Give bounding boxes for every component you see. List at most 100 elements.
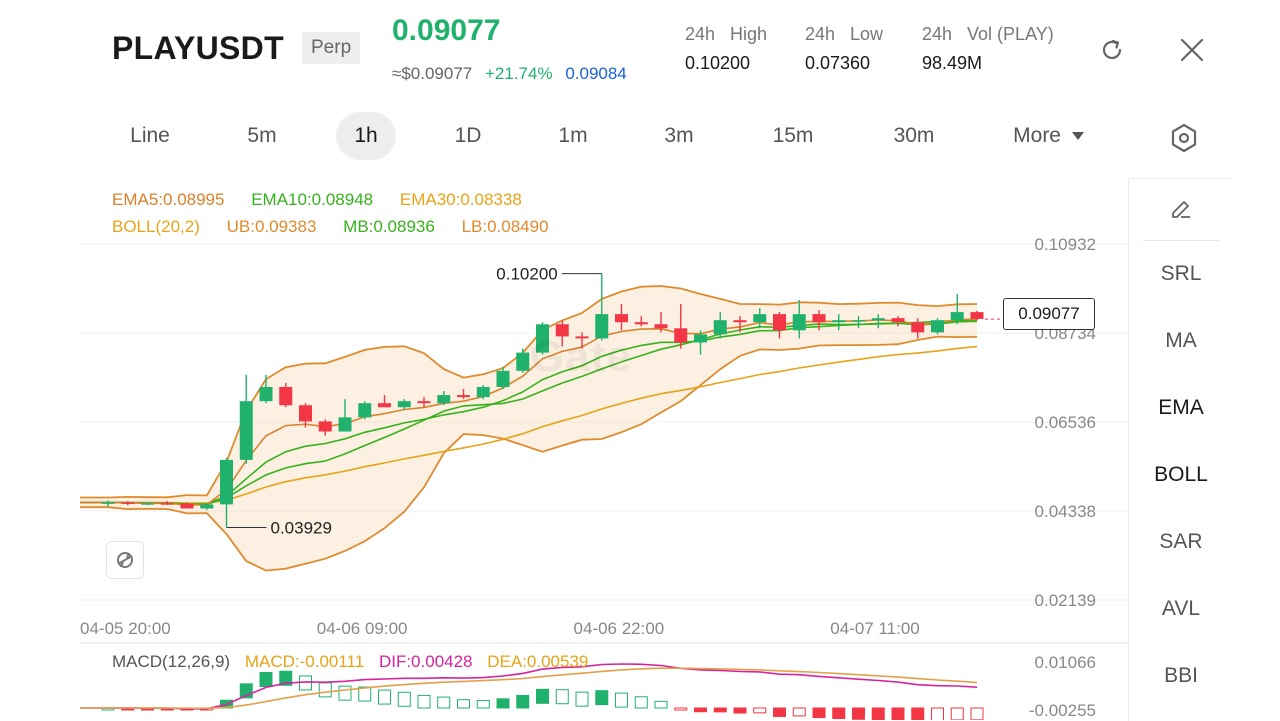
macd-histogram-bar bbox=[733, 707, 747, 714]
caret-down-icon bbox=[1071, 132, 1084, 141]
dea-value: DEA:0.00539 bbox=[487, 652, 589, 671]
macd-histogram-bar bbox=[358, 686, 372, 702]
candle-body bbox=[259, 386, 273, 402]
draw-tool-button[interactable] bbox=[1165, 193, 1197, 225]
candle-body bbox=[950, 312, 964, 321]
sidebar-item-srl[interactable]: SRL bbox=[1129, 262, 1233, 286]
stat-24h-vol: 24h Vol (PLAY) 98.49M bbox=[922, 24, 1054, 74]
tab-line[interactable]: Line bbox=[118, 112, 182, 160]
macd-y-tick-label: 0.01066 bbox=[1035, 653, 1096, 672]
macd-histogram-bar bbox=[516, 694, 530, 709]
chart-settings-button[interactable] bbox=[1166, 120, 1202, 156]
boll-band-fill bbox=[80, 286, 977, 571]
macd-histogram-bar bbox=[812, 707, 826, 719]
macd-histogram-bar bbox=[832, 707, 846, 719]
candle-body bbox=[476, 386, 490, 398]
price-subline: ≈$0.09077 +21.74% 0.09084 bbox=[392, 64, 635, 84]
stat-label: 24h Low bbox=[805, 24, 884, 44]
candle-body bbox=[200, 504, 214, 509]
symbol-name[interactable]: PLAYUSDT bbox=[112, 30, 284, 67]
x-tick-label: 04-05 20:00 bbox=[80, 619, 171, 638]
sidebar-item-sar[interactable]: SAR bbox=[1129, 530, 1233, 554]
macd-histogram-bar bbox=[318, 682, 332, 698]
close-icon bbox=[1180, 38, 1204, 62]
candle-body bbox=[516, 352, 530, 371]
candlestick-chart[interactable]: 0.109320.087340.065360.043380.0213904-05… bbox=[80, 178, 1128, 720]
candle-body bbox=[180, 503, 194, 509]
reset-icon bbox=[117, 552, 133, 568]
tab-5m[interactable]: 5m bbox=[232, 112, 292, 160]
contract-type-badge: Perp bbox=[302, 32, 361, 64]
last-price: 0.09077 bbox=[392, 14, 501, 47]
candle-body bbox=[397, 401, 411, 408]
dif-value: DIF:0.00428 bbox=[378, 652, 473, 671]
sidebar-item-bbi[interactable]: BBI bbox=[1129, 664, 1233, 688]
y-tick-label: 0.04338 bbox=[1035, 502, 1096, 521]
macd-legend: MACD(12,26,9) MACD:-0.00111 DIF:0.00428 … bbox=[112, 652, 598, 672]
pencil-icon bbox=[1172, 201, 1190, 218]
stat-value: 0.07360 bbox=[805, 53, 871, 73]
candle-body bbox=[674, 328, 688, 343]
legend-mb: MB:0.08936 bbox=[343, 217, 435, 236]
refresh-button[interactable] bbox=[1096, 34, 1128, 66]
candle-body bbox=[457, 395, 470, 398]
tab-more[interactable]: More bbox=[1004, 112, 1094, 160]
tab-more-label: More bbox=[1013, 124, 1061, 147]
candle-body bbox=[713, 320, 727, 335]
candle-body bbox=[496, 370, 510, 387]
macd-histogram-bar bbox=[773, 707, 786, 717]
macd-histogram-bar bbox=[891, 707, 905, 720]
candle-body bbox=[773, 314, 786, 331]
tab-15m[interactable]: 15m bbox=[763, 112, 823, 160]
candle-body bbox=[299, 405, 312, 422]
tab-30m[interactable]: 30m bbox=[884, 112, 944, 160]
sidebar-item-ma[interactable]: MA bbox=[1129, 329, 1233, 353]
x-tick-label: 04-06 09:00 bbox=[317, 619, 408, 638]
candle-body bbox=[121, 502, 135, 504]
refresh-icon bbox=[1102, 39, 1122, 59]
candle-body bbox=[654, 324, 668, 329]
candle-body bbox=[358, 403, 372, 418]
candle-body bbox=[812, 314, 826, 323]
macd-histogram-bar bbox=[338, 685, 352, 701]
reset-view-button[interactable] bbox=[106, 541, 144, 579]
tab-1d[interactable]: 1D bbox=[438, 112, 498, 160]
legend-lb: LB:0.08490 bbox=[461, 217, 549, 236]
low-annotation-label: 0.03929 bbox=[271, 519, 332, 538]
x-tick-label: 04-07 11:00 bbox=[830, 619, 919, 638]
macd-histogram-bar bbox=[457, 699, 470, 709]
indicator-sidebar: SRL MA EMA BOLL SAR AVL BBI bbox=[1128, 178, 1233, 721]
y-tick-label: 0.06536 bbox=[1035, 413, 1096, 432]
tab-3m[interactable]: 3m bbox=[649, 112, 709, 160]
candle-body bbox=[634, 322, 648, 325]
macd-histogram-bar bbox=[931, 707, 944, 720]
candle-body bbox=[220, 459, 233, 505]
macd-histogram-bar bbox=[654, 700, 668, 709]
high-annotation-label: 0.10200 bbox=[496, 265, 557, 284]
stat-label: 24h Vol (PLAY) bbox=[922, 24, 1054, 44]
close-button[interactable] bbox=[1176, 34, 1208, 66]
candle-body bbox=[615, 314, 628, 323]
stat-24h-low: 24h Low 0.07360 bbox=[805, 24, 883, 74]
macd-histogram-bar bbox=[417, 694, 431, 709]
sidebar-item-boll[interactable]: BOLL bbox=[1129, 463, 1233, 487]
macd-histogram-bar bbox=[911, 707, 925, 720]
macd-histogram-bar bbox=[595, 690, 609, 706]
boll-legend: BOLL(20,2) UB:0.09383 MB:0.08936 LB:0.08… bbox=[112, 217, 571, 237]
macd-histogram-bar bbox=[555, 689, 569, 705]
macd-y-tick-label: -0.00255 bbox=[1029, 701, 1096, 720]
chart-area[interactable]: 0.10932 0.08734 0.06536 0.04338 0.02139 04-05… bbox=[80, 178, 1128, 720]
macd-histogram-bar bbox=[634, 696, 648, 709]
macd-name: MACD(12,26,9) bbox=[112, 652, 231, 671]
y-tick-label: 0.10932 bbox=[1035, 235, 1096, 254]
macd-histogram-bar bbox=[476, 699, 490, 709]
sidebar-item-avl[interactable]: AVL bbox=[1129, 597, 1233, 621]
macd-histogram-bar bbox=[615, 692, 628, 708]
main-indicator-legend: EMA5:0.08995 EMA10:0.08948 EMA30:0.08338 bbox=[112, 190, 544, 210]
tab-1h[interactable]: 1h bbox=[336, 112, 396, 160]
tab-1m[interactable]: 1m bbox=[543, 112, 603, 160]
macd-histogram-bar bbox=[852, 707, 865, 720]
candle-body bbox=[437, 395, 451, 404]
sidebar-item-ema[interactable]: EMA bbox=[1129, 396, 1233, 420]
candle-body bbox=[338, 417, 352, 432]
